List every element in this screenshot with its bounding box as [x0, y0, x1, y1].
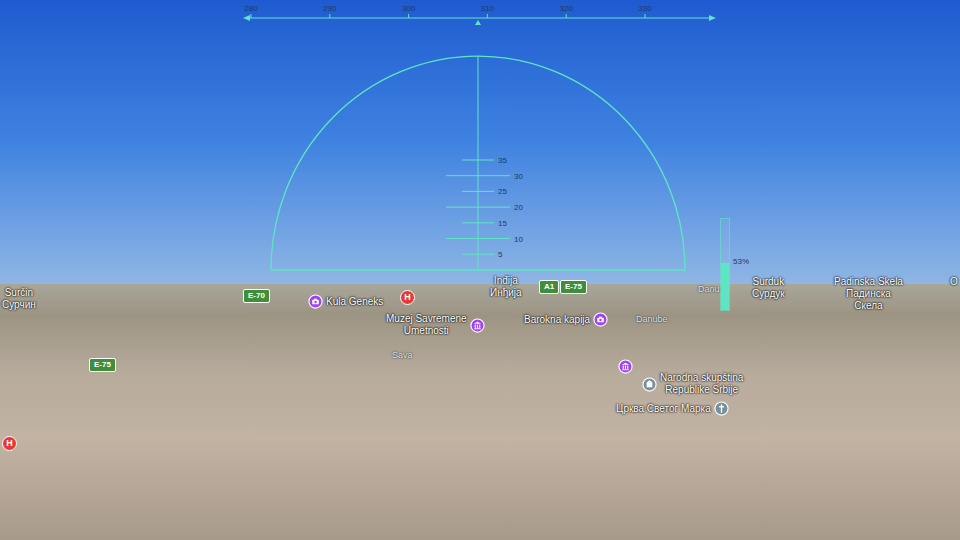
hud-overlay: 280 290 300 310 320 330 35 30 25 20 15 10 5: [0, 0, 960, 540]
map-label[interactable]: InđijaИнђија: [490, 275, 522, 299]
sky: [0, 0, 960, 284]
pitch-tick: 5: [462, 250, 503, 259]
svg-text:20: 20: [514, 203, 523, 212]
map-label[interactable]: H: [400, 290, 415, 305]
map-label[interactable]: Kula Geneks: [308, 294, 383, 309]
svg-text:290: 290: [323, 4, 337, 13]
hospital-icon[interactable]: H: [2, 436, 17, 451]
church-icon[interactable]: [714, 401, 729, 416]
camera-pin-icon[interactable]: [593, 312, 608, 327]
pitch-tick: 15: [462, 219, 507, 228]
throttle-reading: 53%: [733, 258, 749, 266]
map-label[interactable]: Padinska SkelaПадинскаСкела: [834, 276, 903, 312]
map-label[interactable]: Danu: [698, 283, 720, 295]
svg-text:320: 320: [560, 4, 574, 13]
road-shield[interactable]: A1: [539, 280, 559, 294]
pitch-tick: 10: [446, 235, 523, 244]
heading-tick: 320: [560, 4, 574, 18]
svg-text:5: 5: [498, 250, 503, 259]
map-label[interactable]: Narodna skupštinaRepublike Srbije: [642, 372, 743, 396]
label-text: SurdukСурдук: [752, 276, 785, 300]
camera-pin-icon[interactable]: [308, 294, 323, 309]
museum-icon[interactable]: [618, 359, 633, 374]
label-text: O: [950, 276, 958, 288]
pitch-tick: 35: [462, 156, 507, 165]
museum-icon[interactable]: [470, 318, 485, 333]
map-label[interactable]: Barokna kapija: [524, 312, 608, 327]
svg-text:25: 25: [498, 187, 507, 196]
map-label[interactable]: Црква Светог Марка: [616, 401, 729, 416]
pitch-tick: 20: [446, 203, 523, 212]
label-text: Danube: [636, 313, 668, 325]
label-text: Muzej SavremeneUmetnosti: [386, 313, 467, 337]
label-text: Kula Geneks: [326, 296, 383, 308]
map-label[interactable]: H: [2, 436, 17, 451]
map-label[interactable]: SurčinСурчин: [2, 287, 36, 311]
map-label[interactable]: Sava: [392, 349, 413, 361]
svg-text:310: 310: [481, 4, 495, 13]
pitch-tick: 25: [462, 187, 507, 196]
road-shield[interactable]: E-70: [243, 289, 270, 303]
map-label[interactable]: [618, 359, 633, 374]
svg-text:30: 30: [514, 172, 523, 181]
map-label[interactable]: Danube: [636, 313, 668, 325]
svg-text:35: 35: [498, 156, 507, 165]
road-shield[interactable]: E-75: [89, 358, 116, 372]
road-shield[interactable]: E-75: [560, 280, 587, 294]
map-label[interactable]: O: [950, 276, 958, 288]
throttle-track: [720, 218, 730, 311]
landmark-icon[interactable]: [642, 377, 657, 392]
label-text: Barokna kapija: [524, 314, 590, 326]
flight-simulator-view: 280 290 300 310 320 330 35 30 25 20 15 10 5 53% E-70 A1…: [0, 0, 960, 540]
heading-tick: 300: [402, 4, 416, 18]
svg-text:300: 300: [402, 4, 416, 13]
throttle-fill: [721, 263, 729, 310]
map-label[interactable]: SurdukСурдук: [752, 276, 785, 300]
heading-tick: 280: [244, 4, 258, 18]
label-text: SurčinСурчин: [2, 287, 36, 311]
label-text: Sava: [392, 349, 413, 361]
svg-text:330: 330: [638, 4, 652, 13]
label-text: Danu: [698, 283, 720, 295]
hospital-icon[interactable]: H: [400, 290, 415, 305]
pitch-tick: 30: [446, 172, 523, 181]
throttle-gauge[interactable]: 53%: [720, 218, 749, 311]
heading-tick: 330: [638, 4, 652, 18]
label-text: Padinska SkelaПадинскаСкела: [834, 276, 903, 312]
svg-text:15: 15: [498, 219, 507, 228]
heading-tick: 310: [481, 4, 495, 18]
heading-tick: 290: [323, 4, 337, 18]
label-text: InđijaИнђија: [490, 275, 522, 299]
label-text: Narodna skupštinaRepublike Srbije: [660, 372, 743, 396]
map-label[interactable]: Muzej SavremeneUmetnosti: [386, 313, 485, 337]
svg-text:280: 280: [244, 4, 258, 13]
svg-text:10: 10: [514, 235, 523, 244]
label-text: Црква Светог Марка: [616, 403, 711, 415]
